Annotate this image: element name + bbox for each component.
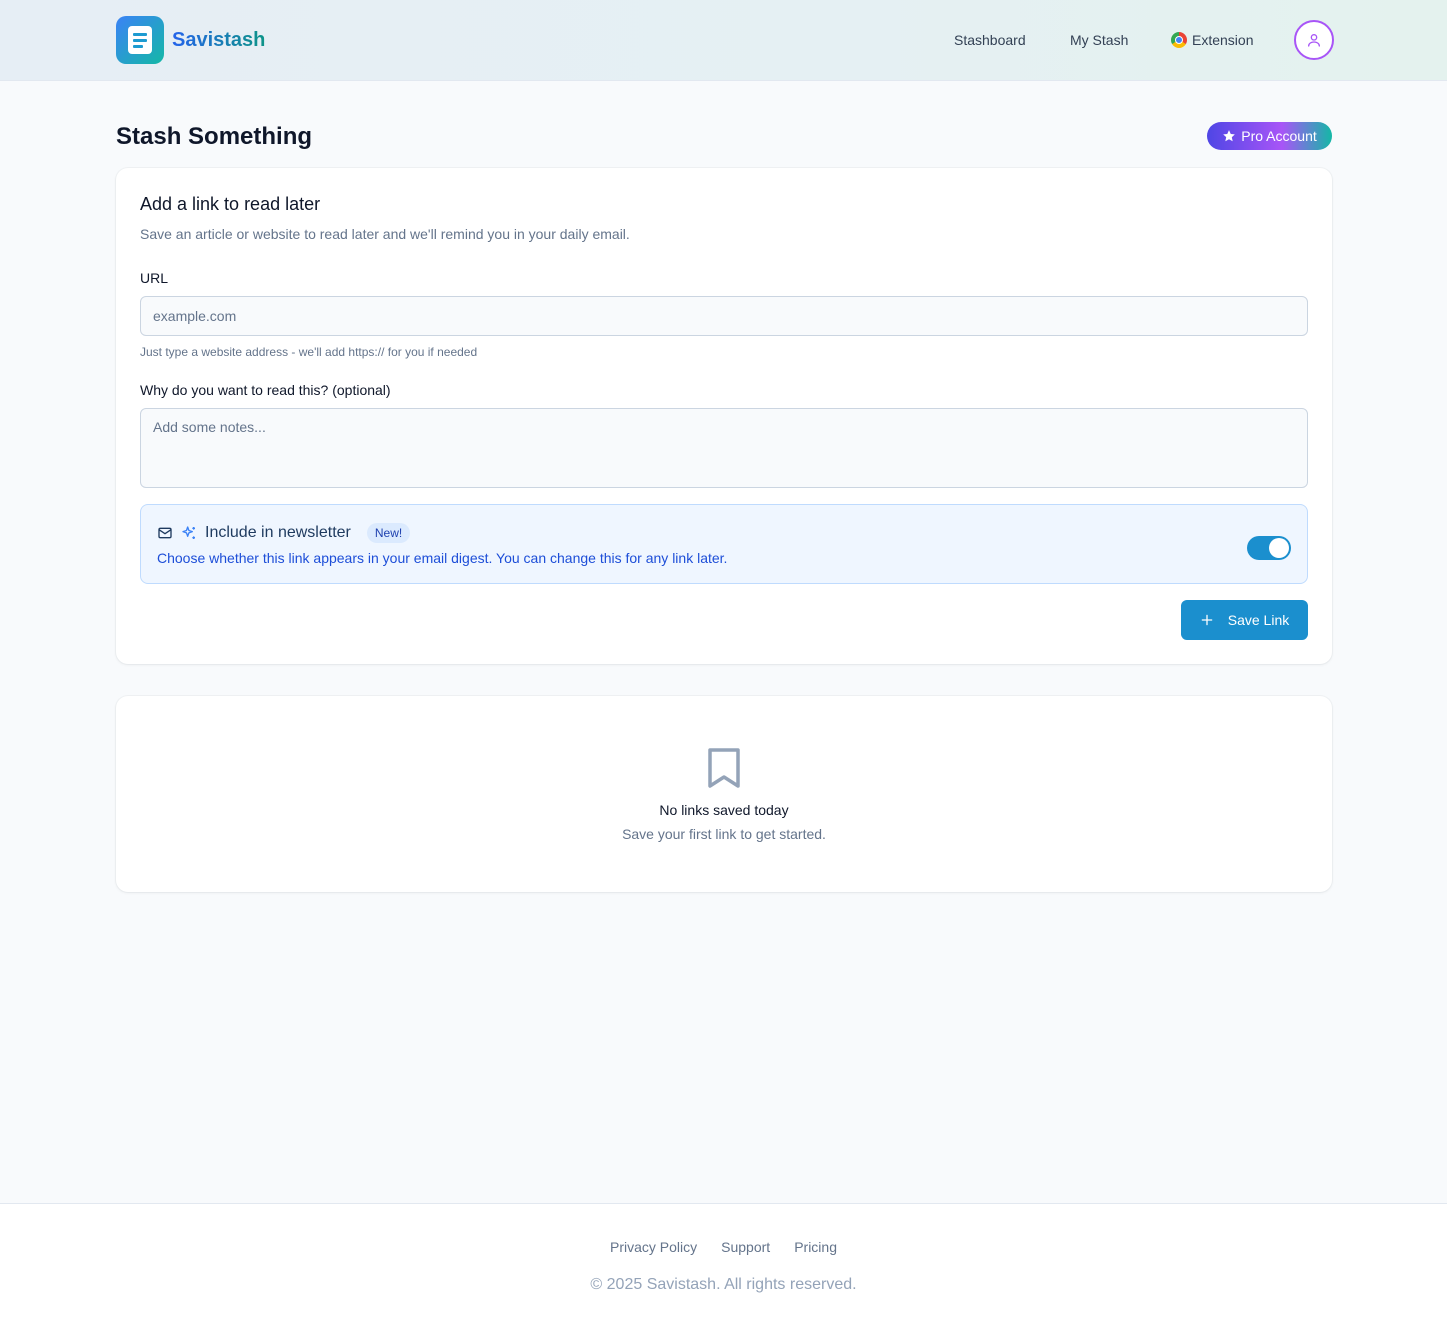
url-hint: Just type a website address - we'll add … (140, 345, 478, 359)
user-avatar-button[interactable] (1294, 20, 1334, 60)
top-header: Savistash Stashboard My Stash Extension (0, 0, 1447, 81)
nav-my-stash[interactable]: My Stash (1070, 30, 1128, 50)
footer-link-pricing[interactable]: Pricing (794, 1237, 837, 1257)
nav-extension[interactable]: Extension (1171, 30, 1253, 50)
pro-account-label: Pro Account (1241, 128, 1317, 144)
mail-icon (158, 527, 172, 539)
bookmark-icon (708, 748, 740, 788)
save-link-button[interactable]: Save Link (1181, 600, 1308, 640)
user-icon (1308, 34, 1320, 47)
new-badge: New! (366, 523, 411, 543)
footer-link-support[interactable]: Support (721, 1237, 770, 1257)
page-title: Stash Something (116, 123, 313, 150)
toggle-knob (1269, 538, 1289, 558)
sparkles-icon (182, 526, 195, 539)
add-link-card: Add a link to read later Save an article… (116, 168, 1332, 664)
save-link-label: Save Link (1227, 612, 1290, 628)
footer: Privacy Policy Support Pricing © 2025 Sa… (0, 1203, 1447, 1328)
notes-textarea[interactable] (140, 408, 1308, 488)
logo-icon[interactable] (116, 16, 164, 64)
copyright: © 2025 Savistash. All rights reserved. (590, 1276, 857, 1293)
star-icon (1223, 130, 1236, 142)
newsletter-option: Include in newsletter New! Choose whethe… (140, 504, 1308, 584)
footer-link-privacy[interactable]: Privacy Policy (610, 1237, 697, 1257)
url-input[interactable] (140, 296, 1308, 336)
empty-state-title: No links saved today (659, 802, 789, 818)
plus-icon (1201, 614, 1213, 626)
notes-label: Why do you want to read this? (optional) (140, 382, 391, 398)
nav-extension-label: Extension (1192, 32, 1254, 48)
card-title: Add a link to read later (140, 194, 321, 214)
url-label: URL (140, 270, 169, 286)
chrome-icon (1171, 32, 1187, 48)
pro-account-badge[interactable]: Pro Account (1207, 122, 1332, 150)
newsletter-title: Include in newsletter (205, 524, 351, 541)
brand-name[interactable]: Savistash (172, 27, 265, 53)
newsletter-description: Choose whether this link appears in your… (157, 550, 728, 566)
nav-stashboard[interactable]: Stashboard (954, 30, 1026, 50)
empty-state-subtitle: Save your first link to get started. (622, 826, 826, 842)
card-subtitle: Save an article or website to read later… (140, 226, 630, 242)
saved-links-card: No links saved today Save your first lin… (116, 696, 1332, 892)
newsletter-toggle[interactable] (1247, 536, 1291, 560)
